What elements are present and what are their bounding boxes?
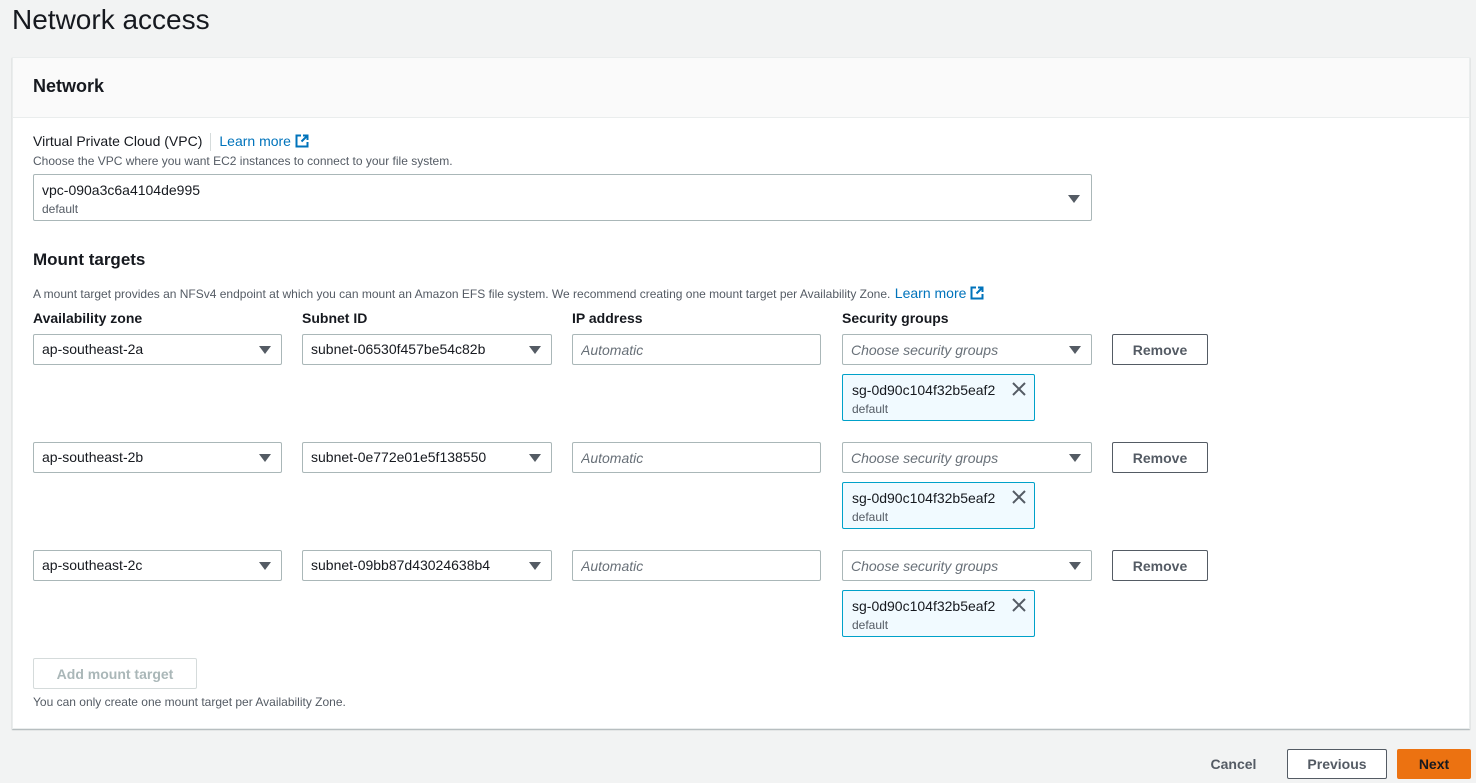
- add-mount-target-button[interactable]: Add mount target: [33, 658, 197, 689]
- az-select-row-1[interactable]: ap-southeast-2a: [33, 334, 282, 365]
- page-title: Network access: [12, 4, 210, 35]
- column-header-az: Availability zone: [33, 310, 143, 326]
- az-select-value: ap-southeast-2b: [42, 449, 144, 465]
- caret-down-icon: [1068, 195, 1080, 203]
- security-groups-select-row-2[interactable]: Choose security groups: [842, 442, 1092, 473]
- caret-down-icon: [259, 346, 271, 354]
- cancel-button[interactable]: Cancel: [1196, 749, 1271, 779]
- security-group-token-name: sg-0d90c104f32b5eaf2: [852, 382, 996, 398]
- security-group-token-row-3: sg-0d90c104f32b5eaf2 default: [842, 590, 1035, 637]
- vpc-select[interactable]: vpc-090a3c6a4104de995 default: [33, 174, 1092, 221]
- security-groups-placeholder: Choose security groups: [851, 450, 999, 466]
- subnet-select-row-1[interactable]: subnet-06530f457be54c82b: [302, 334, 552, 365]
- column-header-subnet: Subnet ID: [302, 310, 368, 326]
- security-groups-select-row-1[interactable]: Choose security groups: [842, 334, 1092, 365]
- mount-target-footer-note: You can only create one mount target per…: [33, 695, 346, 709]
- caret-down-icon: [259, 454, 271, 462]
- az-select-row-2[interactable]: ap-southeast-2b: [33, 442, 282, 473]
- subnet-select-row-2[interactable]: subnet-0e772e01e5f138550: [302, 442, 552, 473]
- security-group-token-sublabel: default: [852, 510, 889, 524]
- security-group-token-row-2: sg-0d90c104f32b5eaf2 default: [842, 482, 1035, 529]
- caret-down-icon: [529, 346, 541, 354]
- close-icon[interactable]: [1012, 382, 1026, 396]
- az-select-row-3[interactable]: ap-southeast-2c: [33, 550, 282, 581]
- column-header-security-groups: Security groups: [842, 310, 949, 326]
- caret-down-icon: [1069, 562, 1081, 570]
- caret-down-icon: [529, 562, 541, 570]
- ip-address-input-row-3[interactable]: [572, 550, 821, 581]
- vpc-learn-more-label: Learn more: [219, 133, 291, 150]
- subnet-select-value: subnet-0e772e01e5f138550: [311, 449, 487, 465]
- caret-down-icon: [259, 562, 271, 570]
- vpc-label-row: Virtual Private Cloud (VPC) Learn more: [33, 133, 309, 151]
- security-group-token-sublabel: default: [852, 618, 889, 632]
- external-link-icon: [295, 134, 309, 148]
- caret-down-icon: [529, 454, 541, 462]
- external-link-icon: [970, 286, 984, 300]
- az-select-value: ap-southeast-2a: [42, 341, 144, 357]
- security-group-token-sublabel: default: [852, 402, 889, 416]
- remove-button-row-1[interactable]: Remove: [1112, 334, 1208, 365]
- security-groups-placeholder: Choose security groups: [851, 342, 999, 358]
- security-groups-select-row-3[interactable]: Choose security groups: [842, 550, 1092, 581]
- column-header-ip: IP address: [572, 310, 643, 326]
- mount-targets-description: A mount target provides an NFSv4 endpoin…: [33, 287, 891, 301]
- next-button[interactable]: Next: [1397, 749, 1471, 779]
- network-panel: Network Virtual Private Cloud (VPC) Learn…: [12, 57, 1470, 729]
- mount-targets-learn-more-label: Learn more: [894, 285, 967, 301]
- remove-button-row-2[interactable]: Remove: [1112, 442, 1208, 473]
- subnet-select-value: subnet-09bb87d43024638b4: [311, 557, 491, 573]
- caret-down-icon: [1069, 454, 1081, 462]
- security-group-token-name: sg-0d90c104f32b5eaf2: [852, 598, 996, 614]
- security-group-token-name: sg-0d90c104f32b5eaf2: [852, 490, 996, 506]
- vpc-learn-more-link[interactable]: Learn more: [219, 133, 309, 149]
- security-groups-placeholder: Choose security groups: [851, 558, 999, 574]
- panel-header: Network: [13, 58, 1469, 118]
- mount-targets-description-row: A mount target provides an NFSv4 endpoin…: [33, 285, 984, 303]
- subnet-select-row-3[interactable]: subnet-09bb87d43024638b4: [302, 550, 552, 581]
- remove-button-row-3[interactable]: Remove: [1112, 550, 1208, 581]
- ip-address-input-row-1[interactable]: [572, 334, 821, 365]
- vpc-select-sublabel: default: [42, 202, 79, 216]
- az-select-value: ap-southeast-2c: [42, 557, 143, 573]
- vpc-description: Choose the VPC where you want EC2 instan…: [33, 154, 453, 168]
- divider: [210, 133, 212, 151]
- panel-header-title: Network: [33, 76, 105, 96]
- mount-targets-learn-more-link[interactable]: Learn more: [895, 285, 985, 301]
- close-icon[interactable]: [1012, 490, 1026, 504]
- vpc-label: Virtual Private Cloud (VPC): [33, 133, 203, 150]
- close-icon[interactable]: [1012, 598, 1026, 612]
- security-group-token-row-1: sg-0d90c104f32b5eaf2 default: [842, 374, 1035, 421]
- subnet-select-value: subnet-06530f457be54c82b: [311, 341, 486, 357]
- ip-address-input-row-2[interactable]: [572, 442, 821, 473]
- vpc-select-value: vpc-090a3c6a4104de995: [42, 182, 201, 198]
- caret-down-icon: [1069, 346, 1081, 354]
- mount-targets-title: Mount targets: [33, 250, 146, 269]
- previous-button[interactable]: Previous: [1287, 749, 1387, 779]
